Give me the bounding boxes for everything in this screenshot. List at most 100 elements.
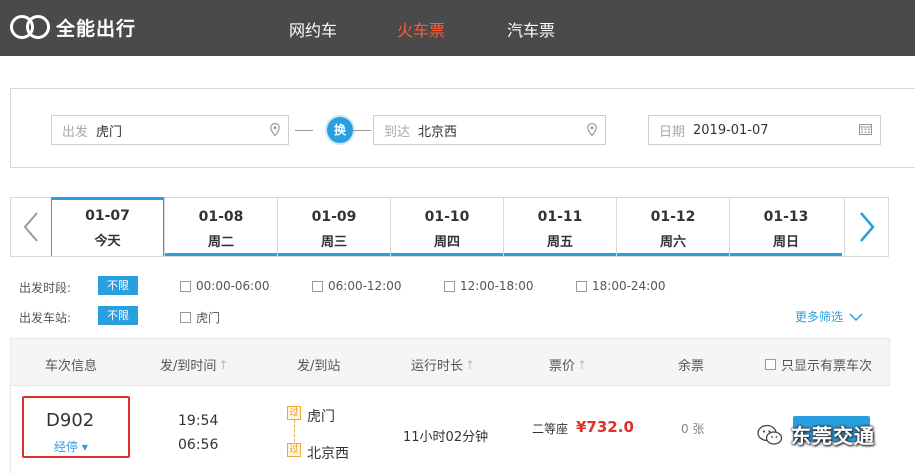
- location-pin-icon: [270, 122, 280, 140]
- date-tab[interactable]: 01-11 周五: [503, 198, 616, 256]
- from-label: 出发: [62, 124, 89, 140]
- date-value: 2019-01-07: [693, 122, 769, 138]
- tab-underline: [730, 253, 842, 256]
- sort-arrow-icon: ↑: [465, 357, 476, 372]
- from-value: 虎门: [96, 124, 123, 140]
- location-pin-icon: [587, 122, 597, 140]
- to-value: 北京西: [418, 124, 458, 140]
- header-time-label: 发/到时间: [160, 359, 217, 374]
- chevron-left-icon: [23, 212, 38, 242]
- caret-down-icon: ▾: [81, 440, 88, 454]
- stops-label: 经停: [54, 440, 79, 454]
- filter-station-option-label: 虎门: [196, 311, 221, 325]
- tab-underline: [391, 253, 503, 256]
- table-header: 车次信息 发/到时间 ↑ 发/到站 运行时长 ↑ 票价 ↑ 余票 只显示有票车次: [10, 338, 890, 386]
- chevron-down-icon: [849, 312, 863, 321]
- depart-time: 19:54: [178, 413, 219, 429]
- filter-time-option[interactable]: 18:00-24:00: [576, 279, 666, 293]
- sort-arrow-icon: ↑: [577, 357, 588, 372]
- to-field[interactable]: 到达 北京西: [373, 115, 606, 145]
- date-tab[interactable]: 01-12 周六: [616, 198, 729, 256]
- prev-dates-button[interactable]: [11, 198, 51, 256]
- depart-station: 虎门: [307, 409, 335, 425]
- only-available-toggle[interactable]: 只显示有票车次: [765, 355, 872, 374]
- train-number[interactable]: D902: [46, 410, 94, 431]
- date-tab[interactable]: 01-08 周二: [164, 198, 277, 256]
- header-duration[interactable]: 运行时长 ↑: [411, 355, 476, 375]
- date-field[interactable]: 日期 2019-01-07: [648, 115, 881, 145]
- date-tab-weekday: 周四: [433, 235, 460, 250]
- filter-time-option-label: 18:00-24:00: [592, 279, 666, 293]
- brand-name: 全能出行: [56, 17, 137, 40]
- route-line: [294, 420, 295, 442]
- date-tab-weekday: 周日: [772, 235, 799, 250]
- nav-ride-hailing[interactable]: 网约车: [289, 17, 337, 41]
- checkbox[interactable]: [444, 280, 455, 292]
- checkbox[interactable]: [765, 359, 776, 370]
- pass-through-badge: 过: [287, 406, 301, 420]
- logo[interactable]: 全能出行: [10, 13, 136, 41]
- arrive-station: 北京西: [307, 446, 349, 462]
- date-tab-weekday: 周六: [659, 235, 686, 250]
- date-tab-date: 01-12: [650, 209, 696, 225]
- only-available-label: 只显示有票车次: [781, 359, 873, 374]
- date-tab[interactable]: 01-13 周日: [729, 198, 842, 256]
- date-tab[interactable]: 01-09 周三: [277, 198, 390, 256]
- tab-underline: [165, 253, 277, 256]
- date-tab-date: 01-07: [85, 208, 130, 224]
- header-duration-label: 运行时长: [411, 359, 464, 374]
- watermark: 东莞交通: [757, 420, 875, 449]
- header-price[interactable]: 票价 ↑: [549, 355, 588, 375]
- swap-button[interactable]: 换: [327, 117, 353, 143]
- header-price-label: 票价: [549, 359, 576, 374]
- checkbox[interactable]: [180, 280, 191, 292]
- filter-time-unlimited[interactable]: 不限: [98, 276, 138, 295]
- filter-station-option[interactable]: 虎门: [180, 309, 220, 326]
- date-tab-date: 01-11: [537, 209, 583, 225]
- filter-station-label: 出发车站:: [19, 311, 72, 325]
- filter-time-option-label: 00:00-06:00: [196, 279, 270, 293]
- header-train: 车次信息: [45, 359, 98, 374]
- filter-station-unlimited[interactable]: 不限: [98, 306, 138, 325]
- header-time[interactable]: 发/到时间 ↑: [160, 355, 229, 375]
- seat-class: 二等座: [532, 422, 569, 436]
- sort-arrow-icon: ↑: [218, 357, 229, 372]
- tab-underline: [617, 253, 729, 256]
- tab-underline: [504, 253, 616, 256]
- more-filters-label: 更多筛选: [795, 310, 844, 324]
- header-remain: 余票: [678, 359, 705, 374]
- date-tab-weekday: 周五: [546, 235, 573, 250]
- date-tab-date: 01-13: [763, 209, 809, 225]
- checkbox[interactable]: [312, 280, 323, 292]
- remaining-tickets: 0 张: [681, 422, 705, 436]
- date-tab[interactable]: 01-10 周四: [390, 198, 503, 256]
- duration: 11小时02分钟: [403, 430, 489, 445]
- checkbox[interactable]: [180, 312, 191, 323]
- from-field[interactable]: 出发 虎门: [51, 115, 289, 145]
- header-station: 发/到站: [297, 359, 341, 374]
- tab-underline: [278, 253, 390, 256]
- date-tab-weekday: 周三: [320, 235, 347, 250]
- filter-time-option[interactable]: 00:00-06:00: [180, 279, 270, 293]
- filter-time-option-label: 06:00-12:00: [328, 279, 402, 293]
- stops-toggle[interactable]: 经停 ▾: [54, 438, 88, 455]
- watermark-text: 东莞交通: [791, 424, 875, 448]
- calendar-icon: [859, 123, 872, 139]
- checkbox[interactable]: [576, 280, 587, 292]
- filter-time-option[interactable]: 06:00-12:00: [312, 279, 402, 293]
- filter-time-option[interactable]: 12:00-18:00: [444, 279, 534, 293]
- date-tab[interactable]: 01-07 今天: [51, 197, 164, 256]
- logo-rings-icon: [10, 13, 52, 41]
- nav-bus-tickets[interactable]: 汽车票: [507, 17, 555, 41]
- date-tab-date: 01-10: [424, 209, 470, 225]
- chevron-right-icon: [860, 212, 875, 242]
- divider: [353, 130, 371, 131]
- date-tab-weekday: 周二: [207, 235, 234, 250]
- top-bar: 全能出行 网约车 火车票 汽车票: [0, 0, 915, 56]
- next-dates-button[interactable]: [844, 198, 889, 256]
- date-tab-date: 01-08: [198, 209, 244, 225]
- arrive-time: 06:56: [178, 437, 219, 453]
- search-panel: 出发 虎门 换 到达 北京西 日期 2019-01-07: [10, 88, 915, 168]
- nav-train-tickets[interactable]: 火车票: [397, 17, 445, 41]
- more-filters-link[interactable]: 更多筛选: [795, 308, 863, 325]
